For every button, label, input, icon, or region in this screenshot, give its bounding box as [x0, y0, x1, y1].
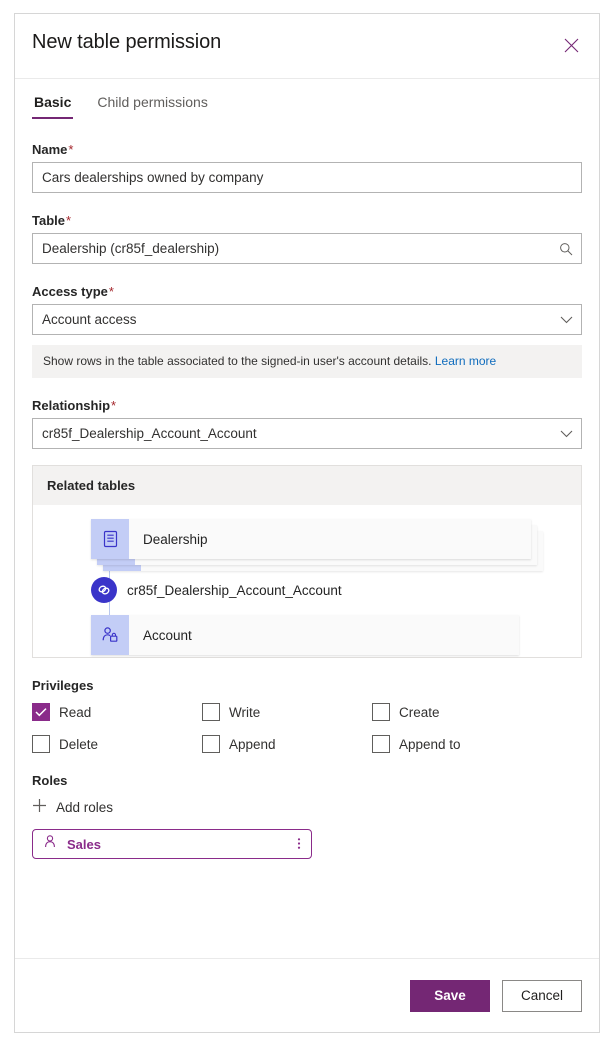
more-vertical-icon[interactable]: [297, 836, 301, 853]
privilege-read[interactable]: Read: [32, 703, 202, 721]
privilege-append-to[interactable]: Append to: [372, 735, 582, 753]
checkbox-delete[interactable]: [32, 735, 50, 753]
access-type-select[interactable]: Account access: [32, 304, 582, 335]
privilege-write[interactable]: Write: [202, 703, 372, 721]
add-roles-label: Add roles: [56, 799, 114, 815]
relationship-label: Relationship*: [32, 398, 117, 413]
privileges-header: Privileges: [32, 678, 94, 693]
role-name: Sales: [67, 836, 101, 852]
name-input[interactable]: Cars dealerships owned by company: [32, 162, 582, 193]
privilege-delete-label: Delete: [59, 736, 99, 752]
relationship-node-label: cr85f_Dealership_Account_Account: [127, 582, 342, 598]
privilege-append-to-label: Append to: [399, 736, 461, 752]
table-label: Table*: [32, 213, 72, 228]
roles-header: Roles: [32, 773, 68, 788]
tab-child-permissions[interactable]: Child permissions: [95, 90, 209, 119]
table-lookup-value: Dealership (cr85f_dealership): [42, 241, 220, 256]
required-marker: *: [108, 284, 114, 299]
privileges-grid: Read Write Create Delete Append Append t…: [32, 703, 582, 753]
relationship-select[interactable]: cr85f_Dealership_Account_Account: [32, 418, 582, 449]
cancel-button[interactable]: Cancel: [502, 979, 582, 1012]
tab-basic[interactable]: Basic: [32, 90, 74, 119]
chevron-down-icon[interactable]: [551, 430, 581, 438]
source-table-label: Dealership: [129, 519, 531, 559]
related-tables-panel: Related tables Dealership cr85f_Dealersh…: [32, 465, 582, 658]
access-type-value: Account access: [42, 312, 137, 327]
source-table-card[interactable]: Dealership: [91, 519, 531, 559]
privilege-create[interactable]: Create: [372, 703, 582, 721]
privilege-append[interactable]: Append: [202, 735, 372, 753]
dialog-header: New table permission: [15, 14, 599, 79]
relationship-value: cr85f_Dealership_Account_Account: [42, 426, 257, 441]
tab-list: Basic Child permissions: [15, 90, 599, 130]
target-table-card[interactable]: Account: [91, 615, 519, 655]
checkbox-create[interactable]: [372, 703, 390, 721]
account-icon: [91, 615, 129, 655]
page-title: New table permission: [32, 31, 222, 53]
name-input-value: Cars dealerships owned by company: [42, 170, 264, 185]
close-button[interactable]: [556, 30, 586, 60]
diagram-node-target[interactable]: Account: [91, 615, 519, 655]
chevron-down-icon[interactable]: [551, 316, 581, 324]
close-icon: [564, 38, 579, 53]
access-type-label: Access type*: [32, 284, 114, 299]
privilege-read-label: Read: [59, 704, 92, 720]
add-roles-button[interactable]: Add roles: [32, 798, 582, 816]
dialog-footer: Save Cancel: [15, 958, 599, 1032]
checkbox-write[interactable]: [202, 703, 220, 721]
checkbox-append-to[interactable]: [372, 735, 390, 753]
checkbox-read[interactable]: [32, 703, 50, 721]
access-type-info-text: Show rows in the table associated to the…: [43, 354, 432, 368]
required-marker: *: [66, 213, 72, 228]
learn-more-link[interactable]: Learn more: [435, 354, 496, 368]
checkbox-append[interactable]: [202, 735, 220, 753]
privilege-delete[interactable]: Delete: [32, 735, 202, 753]
table-lookup-input[interactable]: Dealership (cr85f_dealership): [32, 233, 582, 264]
link-icon: [91, 577, 117, 603]
privilege-write-label: Write: [229, 704, 261, 720]
required-marker: *: [111, 398, 117, 413]
privilege-create-label: Create: [399, 704, 440, 720]
relationship-diagram: Dealership cr85f_Dealership_Account_Acco…: [33, 505, 581, 657]
search-icon[interactable]: [551, 242, 581, 256]
save-button[interactable]: Save: [410, 979, 490, 1012]
new-table-permission-dialog: New table permission Basic Child permiss…: [14, 13, 600, 1033]
required-marker: *: [68, 142, 74, 157]
diagram-node-relationship[interactable]: cr85f_Dealership_Account_Account: [91, 577, 342, 603]
name-label: Name*: [32, 142, 74, 157]
target-table-label: Account: [129, 615, 519, 655]
dialog-body: Name* Cars dealerships owned by company …: [15, 130, 599, 958]
related-tables-header: Related tables: [33, 466, 581, 505]
access-type-info-bar: Show rows in the table associated to the…: [32, 345, 582, 378]
role-chip-sales[interactable]: Sales: [32, 829, 312, 859]
privilege-append-label: Append: [229, 736, 276, 752]
diagram-node-source[interactable]: Dealership: [91, 519, 543, 571]
table-icon: [91, 519, 129, 559]
plus-icon: [32, 798, 47, 816]
person-icon: [43, 834, 58, 854]
